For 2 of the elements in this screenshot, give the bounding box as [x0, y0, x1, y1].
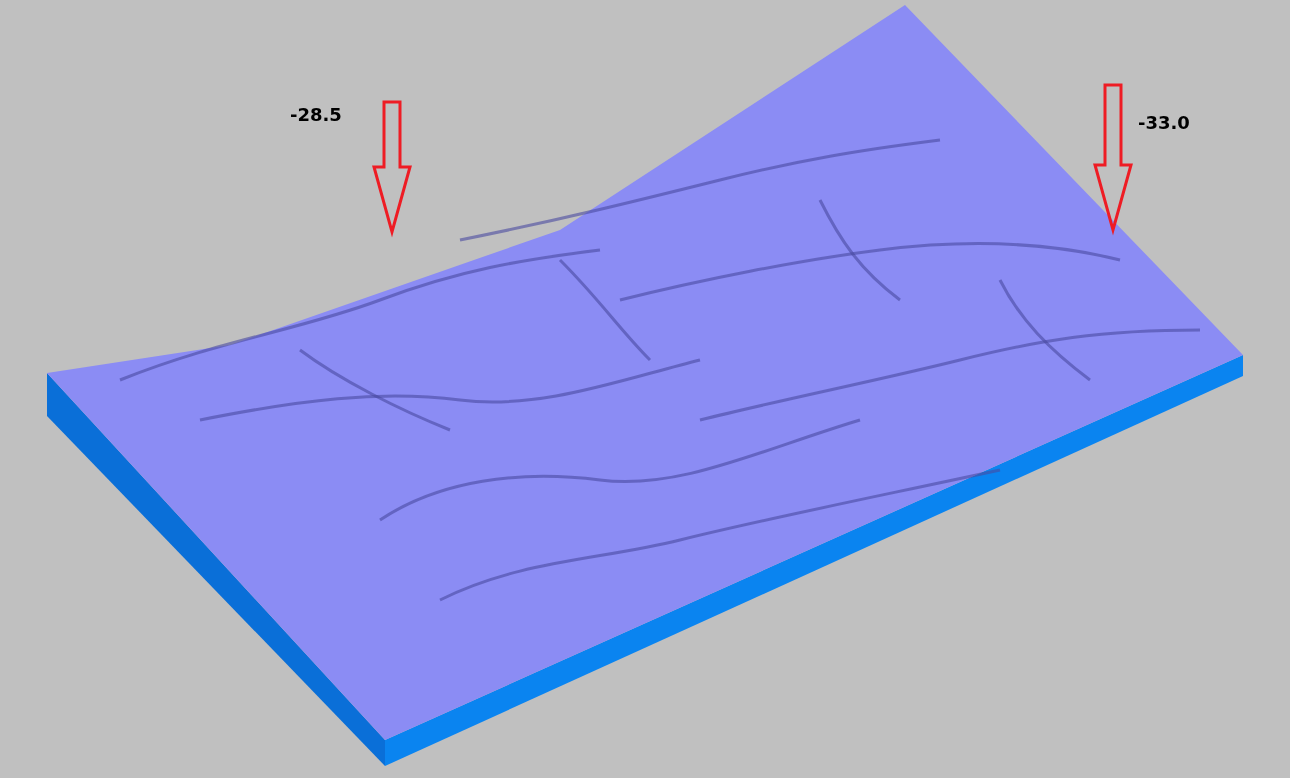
elevation-label: -33.0 — [1138, 112, 1190, 133]
elevation-label: -28.5 — [290, 104, 342, 125]
